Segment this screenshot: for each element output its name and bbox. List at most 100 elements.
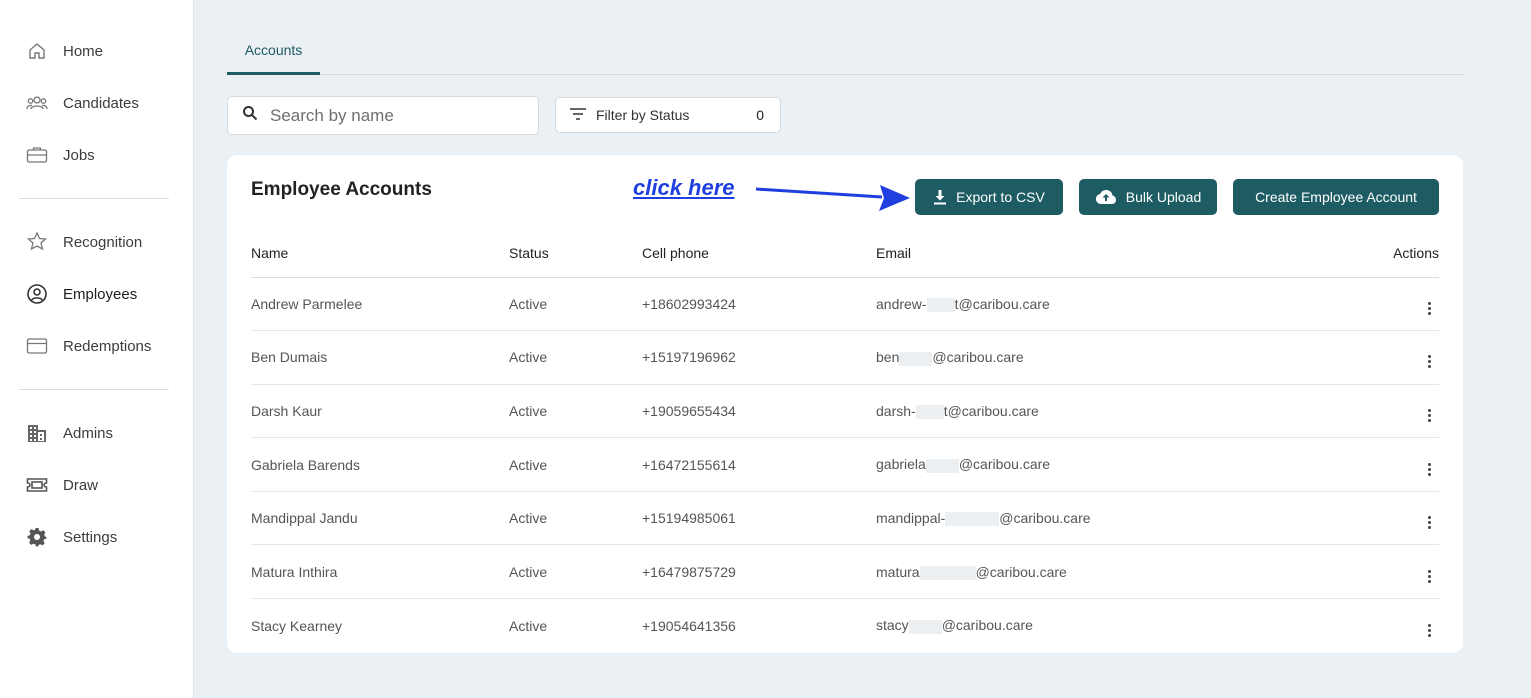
- cell-phone: +15194985061: [642, 491, 876, 546]
- cell-email: matura @caribou.care: [876, 544, 1296, 600]
- nav-divider: [19, 389, 169, 390]
- more-vert-icon[interactable]: [1423, 354, 1435, 369]
- redacted-block: [919, 565, 976, 580]
- filter-count: 0: [756, 107, 764, 123]
- cell-actions: [1296, 599, 1439, 653]
- more-vert-icon[interactable]: [1423, 462, 1435, 477]
- export-to-csv-button[interactable]: Export to CSV: [915, 179, 1063, 215]
- redacted-block: [925, 458, 959, 473]
- cell-name: Mandippal Jandu: [251, 491, 509, 546]
- redacted-block: [915, 405, 944, 420]
- tab-bar: Accounts: [227, 30, 1463, 75]
- sidebar-item-label: Jobs: [63, 146, 95, 164]
- cell-status: Active: [509, 277, 642, 332]
- account-circle-icon: [26, 283, 48, 305]
- tab-accounts[interactable]: Accounts: [227, 30, 320, 75]
- cell-actions: [1296, 491, 1439, 546]
- sidebar-item-label: Recognition: [63, 233, 143, 251]
- table-row[interactable]: Mandippal Jandu Active +15194985061 mand…: [251, 491, 1439, 546]
- sidebar-item-label: Home: [63, 42, 104, 60]
- column-header-cell-phone[interactable]: Cell phone: [642, 229, 876, 278]
- sidebar-item-label: Admins: [63, 424, 114, 442]
- cell-name: Andrew Parmelee: [251, 277, 509, 332]
- search-input[interactable]: [270, 105, 520, 126]
- more-vert-icon[interactable]: [1423, 515, 1435, 530]
- sidebar-item-candidates[interactable]: Candidates: [0, 77, 193, 129]
- more-vert-icon[interactable]: [1423, 301, 1435, 316]
- redacted-block: [899, 351, 933, 366]
- more-vert-icon[interactable]: [1423, 623, 1435, 638]
- email-start: mandippal-: [876, 510, 946, 527]
- cell-status: Active: [509, 617, 548, 634]
- more-vert-icon[interactable]: [1423, 408, 1435, 423]
- cell-phone: +18602993424: [642, 277, 876, 332]
- nav-group-main: Home Candidates Jobs: [0, 0, 193, 181]
- create-employee-account-button[interactable]: Create Employee Account: [1233, 179, 1439, 215]
- credit-card-icon: [26, 335, 48, 357]
- table-row[interactable]: Andrew Parmelee Active +18602993424 andr…: [251, 277, 1439, 332]
- cell-phone: +15197196962: [642, 330, 876, 385]
- cell-email: mandippal- @caribou.care: [876, 491, 1296, 546]
- sidebar-item-label: Settings: [63, 528, 118, 546]
- column-header-status[interactable]: Status: [509, 229, 642, 278]
- cell-phone: +19059655434: [642, 384, 876, 439]
- email-end: @caribou.care: [975, 563, 1067, 580]
- sidebar-item-redemptions[interactable]: Redemptions: [0, 320, 193, 372]
- sidebar-item-admins[interactable]: Admins: [0, 407, 193, 459]
- search-box[interactable]: [227, 96, 539, 135]
- table-row[interactable]: Gabriela Barends Active +16472155614 gab…: [251, 437, 1439, 492]
- sidebar-item-jobs[interactable]: Jobs: [0, 129, 193, 181]
- cell-email: darsh-t@caribou.care: [876, 384, 1296, 439]
- cell-email: ben @caribou.care: [876, 330, 1296, 385]
- email-start: stacy: [876, 617, 909, 634]
- sidebar-item-recognition[interactable]: Recognition: [0, 216, 193, 268]
- email-start: ben: [876, 349, 900, 366]
- nav-group-people: Recognition Employees Redemptions: [0, 216, 193, 372]
- email-start: darsh-: [876, 402, 916, 419]
- cell-name: Gabriela Barends: [251, 437, 509, 492]
- sidebar: Home Candidates Jobs Recognition Employe…: [0, 0, 194, 698]
- sidebar-item-employees[interactable]: Employees: [0, 268, 193, 320]
- cell-name: Matura Inthira: [251, 544, 509, 600]
- table-row[interactable]: Matura Inthira Active +16479875729 matur…: [251, 544, 1439, 600]
- cell-phone: +19054641356: [642, 617, 736, 634]
- sidebar-item-home[interactable]: Home: [0, 25, 193, 77]
- email-start: andrew-: [876, 295, 927, 312]
- cell-status: Active: [509, 437, 642, 492]
- cell-actions: [1296, 544, 1439, 600]
- email-end: @caribou.care: [958, 456, 1051, 473]
- email-end: t@caribou.care: [943, 402, 1039, 419]
- sidebar-item-label: Draw: [63, 476, 99, 494]
- cell-email: stacy @caribou.care: [876, 599, 1296, 653]
- table-row[interactable]: Darsh Kaur Active +19059655434 darsh-t@c…: [251, 384, 1439, 439]
- cell-status: Active: [509, 544, 642, 600]
- filter-by-status-button[interactable]: Filter by Status 0: [555, 97, 781, 133]
- bulk-upload-button[interactable]: Bulk Upload: [1079, 179, 1217, 215]
- create-label: Create Employee Account: [1255, 189, 1417, 205]
- cell-email: andrew-t@caribou.care: [876, 277, 1296, 332]
- redacted-block: [926, 297, 955, 312]
- column-header-name[interactable]: Name: [251, 229, 509, 278]
- redacted-block: [945, 512, 1000, 527]
- sidebar-item-settings[interactable]: Settings: [0, 511, 193, 563]
- cell-status: Active: [509, 384, 642, 439]
- table-row[interactable]: Stacy Kearney Active +19054641356 stacy @…: [251, 599, 1439, 653]
- sidebar-item-label: Redemptions: [63, 337, 152, 355]
- table-row[interactable]: Ben Dumais Active +15197196962 ben @carib…: [251, 330, 1439, 385]
- home-icon: [26, 40, 48, 62]
- column-header-email[interactable]: Email: [876, 229, 1296, 278]
- annotation-arrow-icon: [755, 185, 910, 211]
- email-end: @caribou.care: [932, 349, 1024, 366]
- bulk-upload-label: Bulk Upload: [1125, 189, 1202, 205]
- column-header-actions: Actions: [1296, 229, 1439, 278]
- cell-phone: +16472155614: [642, 437, 876, 492]
- cloud-upload-icon: [1095, 189, 1117, 205]
- gear-icon: [26, 526, 48, 548]
- employee-accounts-card: Employee Accounts click here Export to C…: [227, 155, 1463, 653]
- sidebar-item-draw[interactable]: Draw: [0, 459, 193, 511]
- more-vert-icon[interactable]: [1423, 569, 1435, 584]
- star-badge-icon: [26, 231, 48, 253]
- nav-divider: [19, 198, 169, 199]
- building-icon: [26, 422, 48, 444]
- cell-status: Active: [509, 330, 642, 385]
